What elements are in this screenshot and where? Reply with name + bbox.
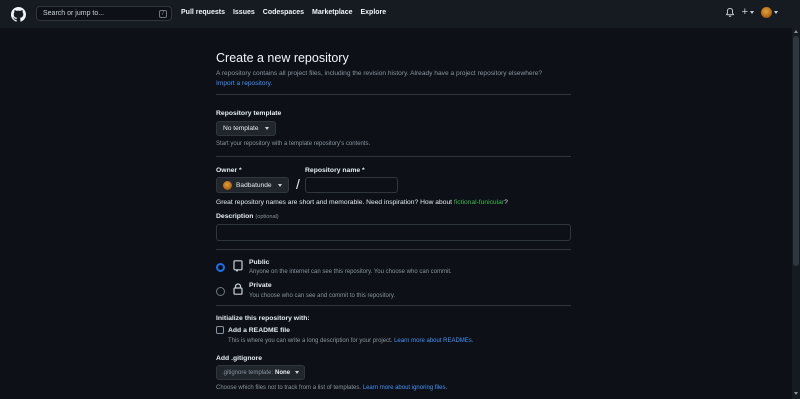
user-controls: + (725, 7, 778, 18)
scroll-up-arrow-icon[interactable] (794, 30, 798, 33)
github-logo-icon[interactable] (11, 7, 26, 22)
owner-repo-separator: / (296, 176, 300, 192)
description-label-row: Description (optional) (216, 213, 279, 220)
public-description: Anyone on the internet can see this repo… (249, 269, 452, 275)
chevron-down-icon (295, 371, 300, 374)
avatar (761, 7, 772, 18)
scrollbar-thumb[interactable] (793, 36, 799, 266)
nav-codespaces[interactable]: Codespaces (263, 9, 304, 16)
template-label: Repository template (216, 110, 282, 117)
readme-hint-text: This is where you can write a long descr… (228, 338, 393, 344)
inspiration-end: ? (504, 199, 508, 206)
owner-dropdown[interactable]: Badbatunde (216, 177, 289, 193)
page-title: Create a new repository (216, 51, 349, 65)
gitignore-dropdown-prefix: .gitignore template: (222, 369, 274, 376)
gitignore-hint: Choose which files not to track from a l… (216, 385, 447, 391)
divider (216, 249, 571, 250)
divider (216, 94, 571, 95)
nav-issues[interactable]: Issues (233, 9, 255, 16)
bell-icon[interactable] (725, 7, 735, 18)
nav-explore[interactable]: Explore (360, 9, 386, 16)
template-dropdown-label: No template (223, 125, 259, 132)
gitignore-dropdown[interactable]: .gitignore template: None (216, 365, 306, 380)
gitignore-label: Add .gitignore (216, 355, 263, 362)
repository-name-label: Repository name * (305, 167, 365, 174)
plus-icon: + (741, 6, 748, 18)
page-subtitle: A repository contains all project files,… (216, 69, 571, 89)
new-repository-form: Create a new repository A repository con… (216, 50, 571, 89)
nav-marketplace[interactable]: Marketplace (312, 9, 352, 16)
readme-label: Add a README file (228, 327, 290, 334)
divider (216, 305, 571, 306)
chevron-down-icon (750, 11, 754, 14)
owner-label: Owner * (216, 167, 242, 174)
gitignore-hint-text: Choose which files not to track from a l… (216, 385, 362, 391)
create-new-button[interactable]: + (742, 7, 754, 18)
readme-checkbox[interactable] (216, 326, 224, 334)
chevron-down-icon (774, 11, 778, 14)
template-dropdown[interactable]: No template (216, 121, 276, 136)
chevron-down-icon (277, 183, 282, 187)
search-placeholder: Search or jump to... (43, 10, 105, 17)
repository-name-input[interactable] (305, 177, 398, 193)
search-input[interactable]: Search or jump to... / (36, 6, 172, 21)
owner-value: Badbatunde (236, 181, 272, 189)
template-hint: Start your repository with a template re… (216, 141, 371, 147)
initialize-heading: Initialize this repository with: (216, 315, 310, 322)
name-inspiration: Great repository names are short and mem… (216, 199, 508, 206)
learn-more-ignoring-files-link[interactable]: Learn more about ignoring files. (363, 385, 447, 391)
import-repository-link[interactable]: Import a repository. (216, 80, 272, 87)
description-input[interactable] (216, 224, 571, 241)
description-label: Description (216, 213, 254, 220)
public-radio[interactable] (216, 263, 225, 272)
primary-nav: Pull requests Issues Codespaces Marketpl… (181, 9, 386, 16)
learn-more-readmes-link[interactable]: Learn more about READMEs. (394, 338, 473, 344)
description-optional: (optional) (255, 214, 279, 220)
gitignore-dropdown-value: None (275, 369, 291, 376)
suggested-name-link[interactable]: fictional-funicular (454, 199, 504, 206)
private-title: Private (249, 282, 272, 289)
readme-hint: This is where you can write a long descr… (228, 338, 473, 344)
public-title: Public (249, 259, 270, 266)
page-subtitle-text: A repository contains all project files,… (216, 70, 543, 77)
user-menu-button[interactable] (761, 7, 778, 18)
repo-icon (233, 260, 243, 272)
private-radio[interactable] (216, 287, 225, 296)
lock-icon (233, 283, 243, 295)
scroll-down-arrow-icon[interactable] (794, 392, 798, 395)
inspiration-text: Great repository names are short and mem… (216, 199, 453, 206)
chevron-down-icon (264, 127, 269, 130)
top-navigation-bar: Search or jump to... / Pull requests Iss… (0, 0, 800, 28)
owner-avatar (223, 180, 232, 190)
nav-pull-requests[interactable]: Pull requests (181, 9, 225, 16)
private-description: You choose who can see and commit to thi… (249, 293, 396, 299)
slash-key-icon: / (159, 9, 167, 18)
divider (216, 156, 571, 157)
